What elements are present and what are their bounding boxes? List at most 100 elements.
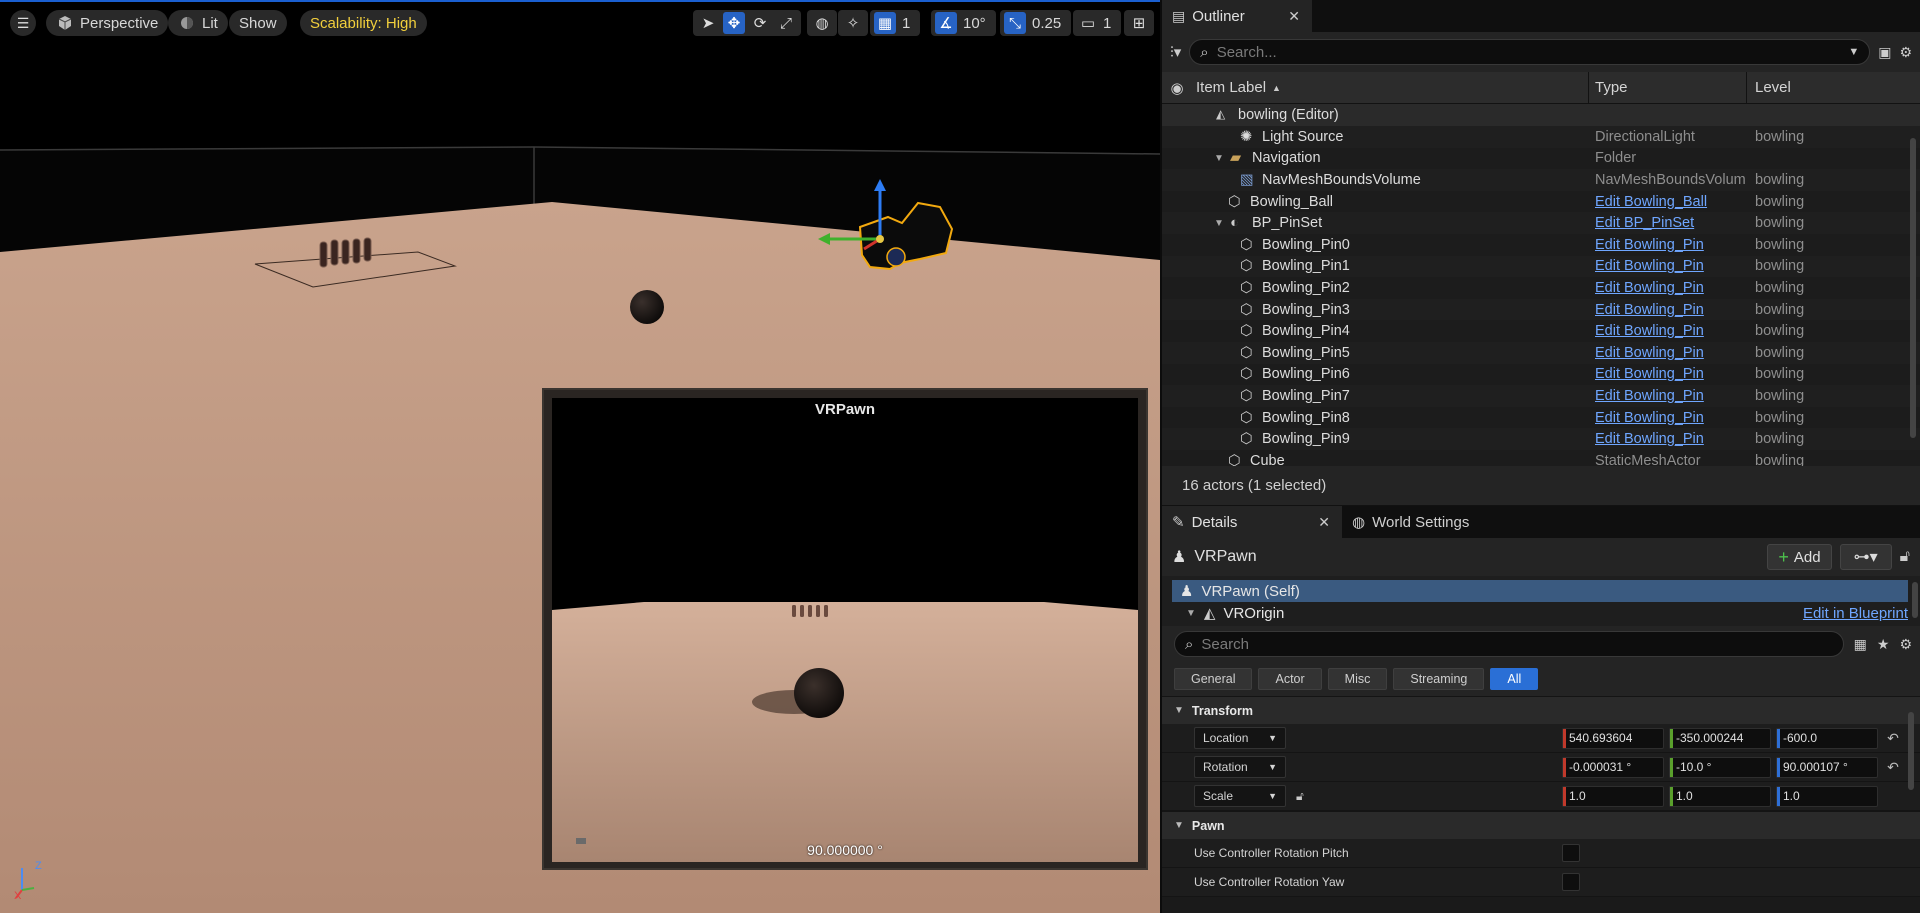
- outliner-search[interactable]: ⌕ ▼: [1189, 39, 1871, 65]
- location-x-field[interactable]: 540.693604: [1562, 727, 1664, 749]
- edit-blueprint-link[interactable]: Edit Bowling_Pin: [1589, 302, 1747, 318]
- use-controller-yaw-checkbox[interactable]: [1562, 873, 1580, 891]
- filter-icon[interactable]: ⫶▾: [1170, 43, 1181, 61]
- scale-y-field[interactable]: 1.0: [1669, 785, 1771, 807]
- perspective-button[interactable]: Perspective: [46, 10, 169, 36]
- column-item-label[interactable]: Item Label ▲: [1192, 72, 1589, 103]
- edit-in-blueprint-link[interactable]: Edit in Blueprint: [1803, 605, 1908, 622]
- outliner-row[interactable]: ✺ Light Source DirectionalLight bowling: [1162, 126, 1920, 148]
- details-scrollbar[interactable]: [1908, 712, 1914, 790]
- blueprint-options-button[interactable]: ⊶▾: [1839, 544, 1892, 570]
- surface-snap-button[interactable]: ✧: [838, 10, 868, 36]
- location-y-field[interactable]: -350.000244: [1669, 727, 1771, 749]
- viewport-layout-button[interactable]: ⊞: [1124, 10, 1154, 36]
- outliner-row[interactable]: ⬡ Bowling_Pin0 Edit Bowling_Pin bowling: [1162, 234, 1920, 256]
- add-folder-icon[interactable]: ▣: [1878, 44, 1891, 61]
- outliner-row[interactable]: ⬡ Bowling_Pin9 Edit Bowling_Pin bowling: [1162, 428, 1920, 450]
- outliner-row[interactable]: ⬡ Bowling_Ball Edit Bowling_Ball bowling: [1162, 191, 1920, 213]
- location-dropdown[interactable]: Location ▼: [1194, 727, 1286, 749]
- filter-all[interactable]: All: [1490, 668, 1539, 690]
- component-vrorigin[interactable]: ▼ ◭ VROrigin Edit in Blueprint: [1172, 602, 1908, 624]
- outliner-search-input[interactable]: [1216, 43, 1841, 61]
- edit-blueprint-link[interactable]: Edit Bowling_Pin: [1589, 345, 1747, 361]
- column-type[interactable]: Type: [1589, 72, 1747, 103]
- chevron-down-icon[interactable]: ▼: [1848, 46, 1859, 58]
- scale-dropdown[interactable]: Scale ▼: [1194, 785, 1286, 807]
- gear-icon[interactable]: ⚙: [1899, 44, 1912, 61]
- lock-icon[interactable]: 🔓︎: [1900, 548, 1910, 566]
- location-z-field[interactable]: -600.0: [1776, 727, 1878, 749]
- edit-blueprint-link[interactable]: Edit Bowling_Ball: [1589, 194, 1747, 210]
- outliner-row[interactable]: ▧ NavMeshBoundsVolume NavMeshBoundsVolum …: [1162, 169, 1920, 191]
- show-button[interactable]: Show: [229, 10, 287, 36]
- close-icon[interactable]: ✕: [1264, 8, 1300, 25]
- rotation-x-field[interactable]: -0.000031 °: [1562, 756, 1664, 778]
- world-local-button[interactable]: ◍: [807, 10, 837, 36]
- outliner-row[interactable]: ⬡ Bowling_Pin2 Edit Bowling_Pin bowling: [1162, 277, 1920, 299]
- edit-blueprint-link[interactable]: Edit BP_PinSet: [1589, 215, 1747, 231]
- component-self[interactable]: ♟ VRPawn (Self): [1172, 580, 1908, 602]
- expand-arrow-icon[interactable]: ▼: [1214, 153, 1224, 164]
- translate-tool[interactable]: ✥: [723, 12, 745, 34]
- outliner-row[interactable]: ⬡ Bowling_Pin3 Edit Bowling_Pin bowling: [1162, 298, 1920, 321]
- grid-snap-control[interactable]: ▦ 1: [870, 10, 921, 36]
- level-viewport[interactable]: X Z ☰ Perspective Lit Show Scalability: …: [0, 0, 1160, 913]
- world-settings-tab[interactable]: ◍ World Settings: [1342, 506, 1482, 538]
- close-icon[interactable]: ✕: [1294, 514, 1330, 531]
- filter-actor[interactable]: Actor: [1258, 668, 1322, 690]
- select-tool[interactable]: ➤: [697, 12, 719, 34]
- rotation-z-field[interactable]: 90.000107 °: [1776, 756, 1878, 778]
- camera-speed-control[interactable]: ▭ 1: [1073, 10, 1122, 36]
- rotation-snap-control[interactable]: ∡ 10°: [931, 10, 996, 36]
- details-search[interactable]: ⌕: [1174, 631, 1844, 657]
- gear-icon[interactable]: ⚙: [1899, 636, 1912, 653]
- filter-misc[interactable]: Misc: [1327, 668, 1388, 690]
- outliner-row[interactable]: ⬡ Bowling_Pin5 Edit Bowling_Pin bowling: [1162, 341, 1920, 364]
- lit-button[interactable]: Lit: [168, 10, 228, 36]
- pawn-section[interactable]: ▼ Pawn: [1162, 811, 1920, 839]
- unlock-icon[interactable]: 🔓︎: [1296, 789, 1304, 804]
- rotation-dropdown[interactable]: Rotation ▼: [1194, 756, 1286, 778]
- outliner-row[interactable]: ⬡ Bowling_Pin4 Edit Bowling_Pin bowling: [1162, 320, 1920, 342]
- expand-arrow-icon[interactable]: ▼: [1214, 218, 1224, 229]
- outliner-row[interactable]: ⬡ Bowling_Pin7 Edit Bowling_Pin bowling: [1162, 385, 1920, 407]
- table-view-icon[interactable]: ▦: [1854, 636, 1867, 653]
- outliner-row[interactable]: ▼ ◐ BP_PinSet Edit BP_PinSet bowling: [1162, 212, 1920, 234]
- column-level[interactable]: Level: [1747, 79, 1791, 96]
- star-icon[interactable]: ★: [1877, 636, 1890, 653]
- outliner-row[interactable]: ⬡ Bowling_Pin1 Edit Bowling_Pin bowling: [1162, 255, 1920, 278]
- edit-blueprint-link[interactable]: Edit Bowling_Pin: [1589, 323, 1747, 339]
- details-search-input[interactable]: [1201, 635, 1833, 653]
- viewport-menu-button[interactable]: ☰: [10, 10, 36, 36]
- eye-icon[interactable]: ◉: [1170, 79, 1183, 97]
- add-component-button[interactable]: + Add: [1767, 544, 1832, 570]
- details-tab[interactable]: ✎ Details ✕: [1162, 506, 1342, 538]
- use-controller-pitch-checkbox[interactable]: [1562, 844, 1580, 862]
- rotation-y-field[interactable]: -10.0 °: [1669, 756, 1771, 778]
- scale-x-field[interactable]: 1.0: [1562, 785, 1664, 807]
- edit-blueprint-link[interactable]: Edit Bowling_Pin: [1589, 388, 1747, 404]
- expand-arrow-icon[interactable]: ▼: [1186, 608, 1196, 619]
- filter-general[interactable]: General: [1174, 668, 1253, 690]
- outliner-row-level[interactable]: ◭ bowling (Editor): [1162, 104, 1920, 126]
- edit-blueprint-link[interactable]: Edit Bowling_Pin: [1589, 431, 1747, 447]
- transform-section[interactable]: ▼ Transform: [1162, 696, 1920, 724]
- edit-blueprint-link[interactable]: Edit Bowling_Pin: [1589, 237, 1747, 253]
- scale-snap-control[interactable]: ⤡ 0.25: [1000, 10, 1072, 36]
- filter-streaming[interactable]: Streaming: [1393, 668, 1485, 690]
- outliner-tab[interactable]: ▤ Outliner ✕: [1162, 0, 1312, 32]
- outliner-scrollbar[interactable]: [1910, 138, 1916, 438]
- rotate-tool[interactable]: ⟳: [749, 12, 771, 34]
- edit-blueprint-link[interactable]: Edit Bowling_Pin: [1589, 366, 1747, 382]
- scalability-button[interactable]: Scalability: High: [300, 10, 427, 36]
- outliner-row[interactable]: ⬡ Bowling_Pin6 Edit Bowling_Pin bowling: [1162, 364, 1920, 386]
- outliner-row[interactable]: ▼ ▰ Navigation Folder: [1162, 148, 1920, 170]
- outliner-row[interactable]: ⬡ Bowling_Pin8 Edit Bowling_Pin bowling: [1162, 407, 1920, 429]
- component-scrollbar[interactable]: [1912, 582, 1918, 618]
- outliner-row[interactable]: ⬡ Cube StaticMeshActor bowling: [1162, 450, 1920, 466]
- scale-z-field[interactable]: 1.0: [1776, 785, 1878, 807]
- edit-blueprint-link[interactable]: Edit Bowling_Pin: [1589, 258, 1747, 274]
- edit-blueprint-link[interactable]: Edit Bowling_Pin: [1589, 280, 1747, 296]
- reset-arrow-icon[interactable]: ↶: [1878, 730, 1908, 747]
- edit-blueprint-link[interactable]: Edit Bowling_Pin: [1589, 410, 1747, 426]
